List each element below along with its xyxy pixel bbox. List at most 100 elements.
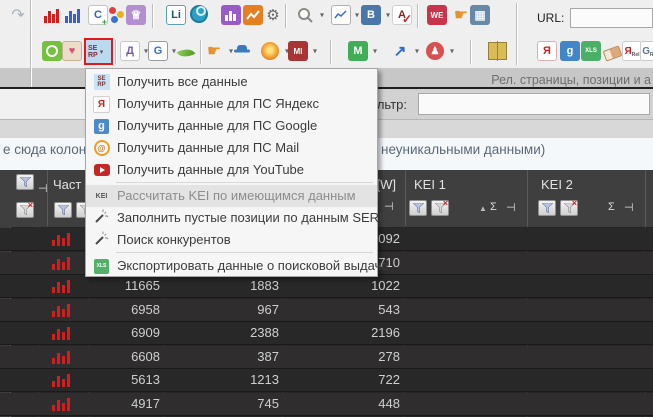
column-header-kei2[interactable]: KEI 2 xyxy=(541,177,573,192)
pin-icon[interactable]: ⊣ xyxy=(624,201,634,214)
column-header-frequency[interactable]: Част xyxy=(53,177,81,192)
blue-bar-chart-icon[interactable] xyxy=(63,5,83,25)
hand-collect-icon[interactable]: ☛ xyxy=(204,41,224,61)
column-header-kei1[interactable]: KEI 1 xyxy=(414,177,446,192)
divider xyxy=(330,40,332,64)
tools-icon[interactable]: ⚙ xyxy=(263,5,283,25)
column-divider xyxy=(47,170,48,226)
filter-button[interactable] xyxy=(538,200,556,216)
frequency-bars-icon xyxy=(50,279,76,299)
table-row[interactable]: 4917 745 448 xyxy=(0,393,653,416)
yandex-icon: Я xyxy=(93,95,110,113)
google-ads-icon[interactable]: G xyxy=(148,41,168,61)
serp-collect-button[interactable]: SE RP ▾ xyxy=(84,38,113,65)
red-bar-chart-icon[interactable] xyxy=(42,5,62,25)
serp-dropdown-menu: SE RP Получить все данные Я Получить данн… xyxy=(85,68,389,277)
clear-filter-button[interactable]: × xyxy=(431,198,449,216)
group-hint-right: неуникальными данными) xyxy=(381,142,546,157)
target-circle-icon[interactable] xyxy=(42,41,62,61)
excel-export-icon[interactable]: XLS xyxy=(581,41,601,61)
purple-stats-icon[interactable] xyxy=(221,5,241,25)
menu-item-yandex[interactable]: Я Получить данные для ПС Яндекс xyxy=(86,93,377,115)
divider xyxy=(115,40,117,64)
spy-icon[interactable] xyxy=(232,41,252,61)
divider xyxy=(470,40,472,64)
mi-service-icon[interactable]: MI xyxy=(288,41,308,61)
wand-icon xyxy=(94,208,110,229)
calculator-icon[interactable]: ▦ xyxy=(470,5,490,25)
menu-item-find-competitors[interactable]: Поиск конкурентов xyxy=(86,229,377,251)
table-row[interactable]: 11665 1883 1022 xyxy=(0,275,653,298)
orange-trend-icon[interactable] xyxy=(243,5,263,25)
menu-item-google[interactable]: g Получить данные для ПС Google xyxy=(86,115,377,137)
package-icon[interactable] xyxy=(487,41,507,61)
metrika-icon[interactable] xyxy=(190,5,208,23)
menu-item-export-serp[interactable]: XLS Экспортировать данные о поисковой вы… xyxy=(86,255,389,277)
mini-chart-icon[interactable] xyxy=(331,5,351,25)
frequency-bars-icon xyxy=(50,303,76,323)
menu-item-calc-kei[interactable]: KEI Рассчитать KEI по имеющимся данным xyxy=(86,185,377,207)
clear-filter-button[interactable]: × xyxy=(560,198,578,216)
sum-icon[interactable]: Σ xyxy=(608,201,615,213)
filter-button[interactable] xyxy=(409,200,427,216)
frequency-bars-icon xyxy=(50,232,76,252)
color-dots-icon[interactable] xyxy=(107,5,127,25)
frequency-bars-icon xyxy=(50,397,76,417)
google-icon[interactable]: g xyxy=(560,41,580,61)
kei-icon: KEI xyxy=(95,192,108,200)
panel-divider xyxy=(516,3,518,65)
yandex-rel-icon[interactable]: Я Rel xyxy=(622,41,642,61)
we-service-icon[interactable]: WE xyxy=(427,5,447,25)
filter-input[interactable] xyxy=(418,93,650,115)
menu-item-youtube[interactable]: Получить данные для YouTube xyxy=(86,159,377,181)
leaf-icon[interactable] xyxy=(176,41,196,62)
mutagen-icon[interactable]: M xyxy=(348,41,368,61)
divider xyxy=(152,4,154,28)
serp-icon: SE RP xyxy=(88,44,98,59)
frequency-bars-icon xyxy=(50,326,76,346)
wand-icon xyxy=(94,230,110,251)
redo-icon[interactable]: ↷ xyxy=(8,5,28,25)
filter-button[interactable] xyxy=(16,174,34,190)
app-window: ↷ C ♕ Li ⚙ B A✓ WE ☛ ▦ URL: ♥ SERP ▾ xyxy=(0,0,653,417)
table-row[interactable]: 5613 1213 722 xyxy=(0,369,653,392)
hand-icon[interactable]: ☛ xyxy=(451,5,471,25)
filter-button[interactable] xyxy=(54,202,72,218)
yandex-icon[interactable]: Я xyxy=(537,41,557,61)
menu-separator xyxy=(116,252,373,253)
google-rel-icon[interactable]: GRel xyxy=(640,41,653,61)
sum-icon[interactable]: Σ xyxy=(490,201,497,213)
frequency-bars-icon xyxy=(50,373,76,393)
liveinternet-icon[interactable]: Li xyxy=(166,5,186,25)
google-icon: g xyxy=(94,118,109,134)
group-hint-left: е сюда колон xyxy=(3,142,87,157)
divider xyxy=(200,40,202,64)
divider xyxy=(417,4,419,28)
trend-arrow-icon[interactable]: ↗ xyxy=(390,41,410,61)
crown-service-icon[interactable]: ♕ xyxy=(126,5,146,25)
pin-icon[interactable]: ⊣ xyxy=(506,201,516,214)
vk-icon[interactable]: B xyxy=(361,5,381,25)
table-row[interactable]: 6909 2388 2196 xyxy=(0,322,653,345)
mail-icon: @ xyxy=(93,140,110,156)
spellcheck-icon[interactable]: A ✓ xyxy=(392,5,412,26)
copy-check-icon[interactable]: C xyxy=(88,5,108,27)
table-row[interactable]: 6608 387 278 xyxy=(0,346,653,369)
table-row[interactable]: 6958 967 543 xyxy=(0,299,653,322)
person-badge-icon[interactable]: ♟ xyxy=(425,41,445,61)
fireball-icon[interactable] xyxy=(260,41,280,61)
menu-item-mail[interactable]: @ Получить данные для ПС Mail xyxy=(86,137,377,159)
clear-filter-button[interactable]: × xyxy=(16,200,34,218)
eraser-icon[interactable] xyxy=(602,41,622,62)
column-divider xyxy=(405,170,406,226)
sort-asc-icon[interactable]: ▲ xyxy=(479,204,487,213)
pin-icon[interactable]: ⊣ xyxy=(38,182,48,195)
menu-item-fill-positions[interactable]: Заполнить пустые позиции по данным SERP xyxy=(86,207,388,229)
direct-icon[interactable]: Д xyxy=(120,41,140,61)
map-marker-icon[interactable]: ♥ xyxy=(62,41,82,61)
frequency-bars-icon xyxy=(50,350,76,370)
url-input[interactable] xyxy=(570,8,653,28)
search-icon[interactable] xyxy=(295,5,315,25)
divider xyxy=(30,0,32,87)
menu-item-get-all-data[interactable]: SE RP Получить все данные xyxy=(86,71,377,93)
